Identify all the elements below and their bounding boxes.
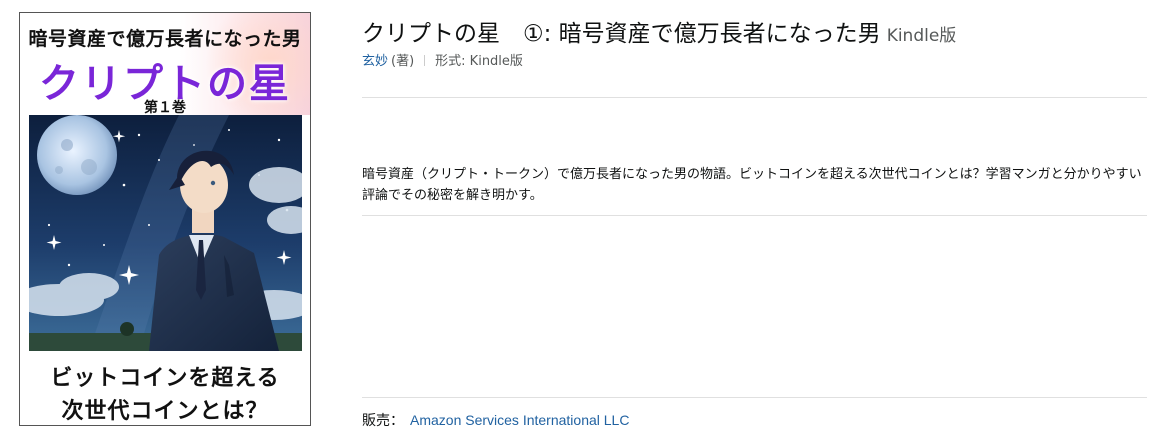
byline: 玄妙 (著) 形式: Kindle版 — [362, 50, 523, 69]
cover-subtitle: 暗号資産で億万長者になった男 — [28, 28, 302, 50]
book-cover[interactable]: 暗号資産で億万長者になった男 クリプトの星 第１巻 ビットコインを超える 次世代… — [19, 12, 311, 426]
cover-catch-line-2: 次世代コインとは？ — [61, 399, 269, 424]
product-title: クリプトの星 ①: 暗号資産で億万長者になった男 — [362, 21, 881, 47]
format-label: 形式: Kindle版 — [435, 54, 523, 69]
product-format-suffix: Kindle版 — [886, 26, 957, 46]
divider-bottom — [362, 397, 1147, 398]
seller-info: 販売： Amazon Services International LLC — [362, 410, 629, 430]
author-link[interactable]: 玄妙 — [362, 54, 388, 69]
byline-divider — [424, 55, 426, 66]
divider-middle — [362, 215, 1147, 216]
cover-catchcopy: ビットコインを超える 次世代コインとは？ — [20, 351, 310, 425]
cover-catch-line-1: ビットコインを超える — [50, 366, 280, 391]
product-title-row: クリプトの星 ①: 暗号資産で億万長者になった男 Kindle版 — [362, 14, 956, 48]
product-description: 暗号資産（クリプト・トークン）で億万長者になった男の物語。ビットコインを超える次… — [362, 167, 1142, 203]
cover-illustration — [29, 115, 302, 351]
seller-label: 販売： — [362, 413, 404, 429]
seller-link[interactable]: Amazon Services International LLC — [410, 412, 629, 428]
cover-volume: 第１巻 — [144, 100, 186, 116]
divider-top — [362, 97, 1147, 98]
author-role: (著) — [391, 54, 415, 69]
